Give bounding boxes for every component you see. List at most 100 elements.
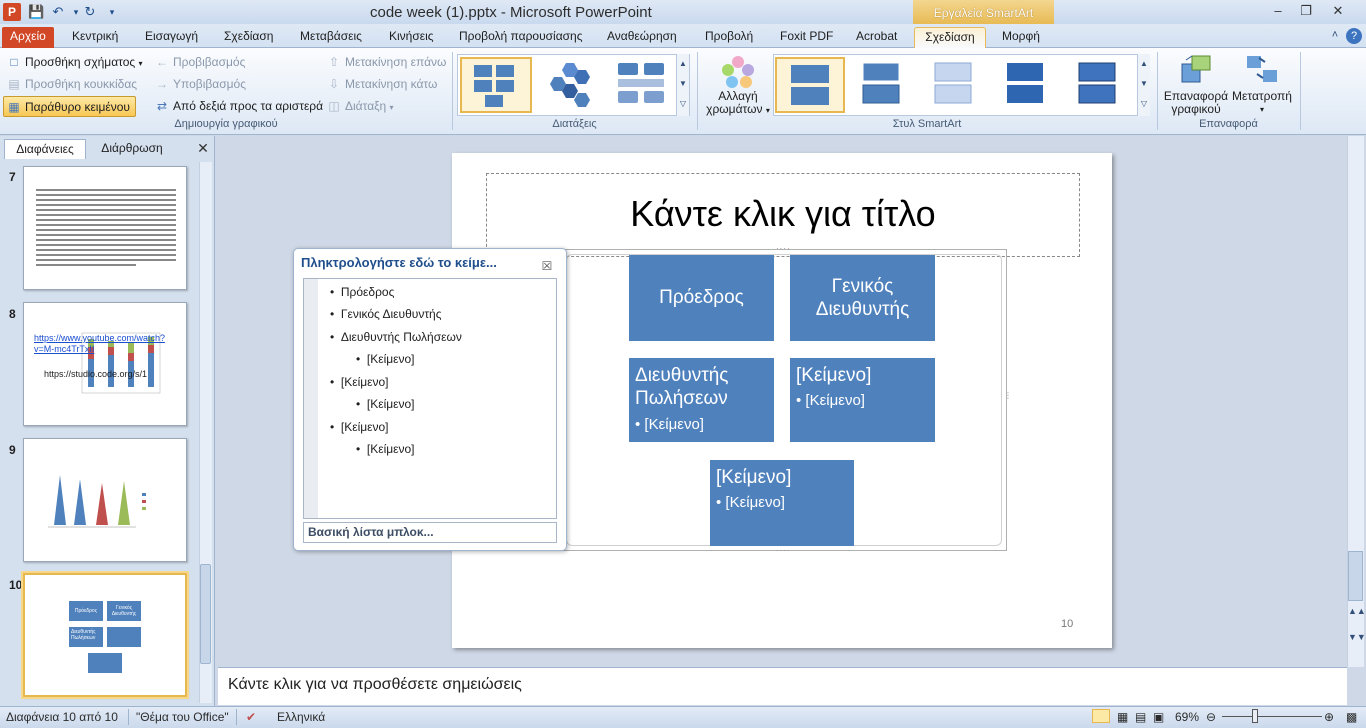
help-icon[interactable]: ? — [1346, 28, 1362, 44]
status-language[interactable]: Ελληνικά — [277, 710, 325, 724]
text-pane-layout-description[interactable]: Βασική λίστα μπλοκ... — [303, 522, 557, 543]
slide-thumbnail-8[interactable]: https://www.youtube.com/watch?v=M-mc4TrT… — [23, 302, 187, 426]
tab-home[interactable]: Κεντρική — [64, 27, 126, 48]
zoom-level[interactable]: 69% — [1175, 710, 1199, 724]
slide-scroll-thumb[interactable] — [1348, 551, 1363, 601]
tab-slideshow[interactable]: Προβολή παρουσίασης — [451, 27, 591, 48]
slide-thumbnail-10[interactable]: Πρόεδρος Γενικός Διευθυντής Διευθυντής Π… — [21, 571, 189, 699]
add-bullet-button[interactable]: ▤ Προσθήκη κουκκίδας — [7, 74, 137, 94]
text-pane-close-icon[interactable]: ☒ — [540, 259, 554, 273]
layout-hexagon-cluster[interactable] — [540, 57, 612, 113]
zoom-slider-knob[interactable] — [1252, 709, 1258, 723]
restore-icon[interactable]: ❐ — [1292, 2, 1320, 20]
zoom-in-icon[interactable]: ⊕ — [1324, 710, 1334, 724]
slides-panel-scroll-thumb[interactable] — [200, 564, 211, 664]
demote-button[interactable]: → Υποβιβασμός — [155, 74, 246, 94]
close-panel-icon[interactable]: ✕ — [195, 140, 211, 156]
smartart-box-sales-manager[interactable]: Διευθυντής Πωλήσεων • [Κείμενο] — [629, 358, 774, 442]
status-separator — [236, 709, 237, 725]
next-slide-icon[interactable]: ▼▼ — [1348, 630, 1366, 645]
style-white-outline[interactable] — [849, 57, 915, 113]
move-up-button[interactable]: ⇧ Μετακίνηση επάνω — [327, 52, 446, 72]
save-icon[interactable]: 💾 — [28, 4, 44, 20]
add-shape-button[interactable]: □ Προσθήκη σχήματος ▾ — [7, 52, 142, 72]
scroll-down-icon[interactable]: ▼ — [1138, 74, 1150, 94]
smartart-box-president[interactable]: Πρόεδρος — [629, 255, 774, 341]
tab-smartart-design[interactable]: Σχεδίαση — [914, 27, 986, 48]
text-pane-item[interactable]: • [Κείμενο] — [330, 375, 389, 389]
resize-handle-top[interactable]: ···· — [776, 245, 792, 253]
text-pane-item[interactable]: • Διευθυντής Πωλήσεων — [330, 330, 462, 344]
reset-graphic-button[interactable]: Επαναφορά γραφικού — [1160, 90, 1232, 116]
powerpoint-app-icon[interactable]: P — [3, 3, 21, 21]
reading-view-icon[interactable]: ▤ — [1135, 710, 1146, 724]
resize-handle-right[interactable]: ⋮ — [1004, 391, 1012, 407]
move-down-button[interactable]: ⇩ Μετακίνηση κάτω — [327, 74, 437, 94]
layout-lined-list[interactable] — [612, 57, 676, 113]
tab-transitions[interactable]: Μεταβάσεις — [292, 27, 370, 48]
change-colors-icon[interactable] — [716, 54, 760, 92]
scroll-down-icon[interactable]: ▼ — [677, 74, 689, 94]
styles-gallery-scroll[interactable]: ▲ ▼ ▽ — [1137, 54, 1150, 116]
scroll-up-icon[interactable]: ▲ — [1138, 54, 1150, 74]
convert-icon[interactable] — [1245, 54, 1279, 86]
slide-sorter-icon[interactable]: ▦ — [1117, 710, 1128, 724]
layouts-gallery-scroll[interactable]: ▲ ▼ ▽ — [676, 54, 689, 116]
convert-button[interactable]: Μετατροπή ▾ — [1230, 90, 1294, 116]
fit-to-window-icon[interactable]: ▩ — [1346, 710, 1357, 724]
tab-review[interactable]: Αναθεώρηση — [599, 27, 685, 48]
minimize-ribbon-icon[interactable]: ˄ — [1328, 29, 1342, 43]
slideshow-view-icon[interactable]: ▣ — [1153, 710, 1164, 724]
tab-file[interactable]: Αρχείο — [2, 27, 54, 48]
more-icon[interactable]: ▽ — [677, 94, 689, 114]
slide-thumbnail-9[interactable] — [23, 438, 187, 562]
promote-button[interactable]: ← Προβιβασμός — [155, 52, 245, 72]
tab-foxit-pdf[interactable]: Foxit PDF — [772, 27, 841, 48]
redo-icon[interactable]: ↻ — [82, 4, 98, 20]
zoom-slider-track[interactable] — [1222, 716, 1322, 717]
layout-icon: ◫ — [328, 99, 340, 113]
text-pane-subitem[interactable]: • [Κείμενο] — [356, 352, 415, 366]
tab-outline[interactable]: Διάρθρωση — [88, 139, 176, 159]
previous-slide-icon[interactable]: ▲▲ — [1348, 604, 1366, 619]
smartart-box-text-1[interactable]: [Κείμενο] • [Κείμενο] — [790, 358, 935, 442]
slide-thumbnail-7[interactable] — [23, 166, 187, 290]
layout-button[interactable]: ◫ Διάταξη ▾ — [327, 96, 393, 116]
undo-icon[interactable]: ↶ — [50, 4, 66, 20]
customize-qat-icon[interactable]: ▾ — [104, 4, 120, 20]
text-pane-item[interactable]: • [Κείμενο] — [330, 420, 389, 434]
smartart-box-general-manager[interactable]: Γενικός Διευθυντής — [790, 255, 935, 341]
tab-insert[interactable]: Εισαγωγή — [137, 27, 206, 48]
minimize-icon[interactable]: – — [1264, 2, 1292, 20]
smartart-box-text-2[interactable]: [Κείμενο] • [Κείμενο] — [710, 460, 854, 546]
layout-basic-block-list[interactable] — [460, 57, 532, 113]
slide-8-link[interactable]: https://www.youtube.com/watch?v=M-mc4TrT… — [34, 333, 184, 355]
more-icon[interactable]: ▽ — [1138, 94, 1150, 114]
spell-check-icon[interactable]: ✔ — [246, 710, 256, 724]
reset-graphic-icon[interactable] — [1180, 54, 1214, 86]
tab-smartart-format[interactable]: Μορφή — [994, 27, 1048, 48]
tab-acrobat[interactable]: Acrobat — [848, 27, 905, 48]
text-pane-subitem[interactable]: • [Κείμενο] — [356, 397, 415, 411]
scroll-up-icon[interactable]: ▲ — [677, 54, 689, 74]
text-pane-item[interactable]: • Πρόεδρος — [330, 285, 394, 299]
zoom-out-icon[interactable]: ⊖ — [1206, 710, 1216, 724]
style-simple-fill[interactable] — [775, 57, 845, 113]
change-colors-button[interactable]: Αλλαγή χρωμάτων ▾ — [704, 90, 772, 117]
resize-handle-bottom[interactable]: ···· — [776, 547, 792, 555]
text-pane-subitem[interactable]: • [Κείμενο] — [356, 442, 415, 456]
style-moderate[interactable] — [993, 57, 1059, 113]
close-window-icon[interactable]: ✕ — [1324, 2, 1352, 20]
style-intense[interactable] — [1065, 57, 1131, 113]
tab-design[interactable]: Σχεδίαση — [216, 27, 281, 48]
tab-animations[interactable]: Κινήσεις — [381, 27, 442, 48]
right-to-left-button[interactable]: ⇄ Από δεξιά προς τα αριστερά — [155, 96, 323, 116]
status-theme[interactable]: "Θέμα του Office" — [136, 710, 229, 724]
text-pane-item[interactable]: • Γενικός Διευθυντής — [330, 307, 442, 321]
style-subtle[interactable] — [921, 57, 987, 113]
text-pane-title: Πληκτρολογήστε εδώ το κείμε... — [301, 255, 497, 270]
normal-view-icon[interactable] — [1092, 709, 1110, 723]
text-pane-button[interactable]: ▦ Παράθυρο κειμένου — [3, 96, 136, 117]
tab-view[interactable]: Προβολή — [697, 27, 761, 48]
tab-slides[interactable]: Διαφάνειες — [4, 139, 86, 159]
